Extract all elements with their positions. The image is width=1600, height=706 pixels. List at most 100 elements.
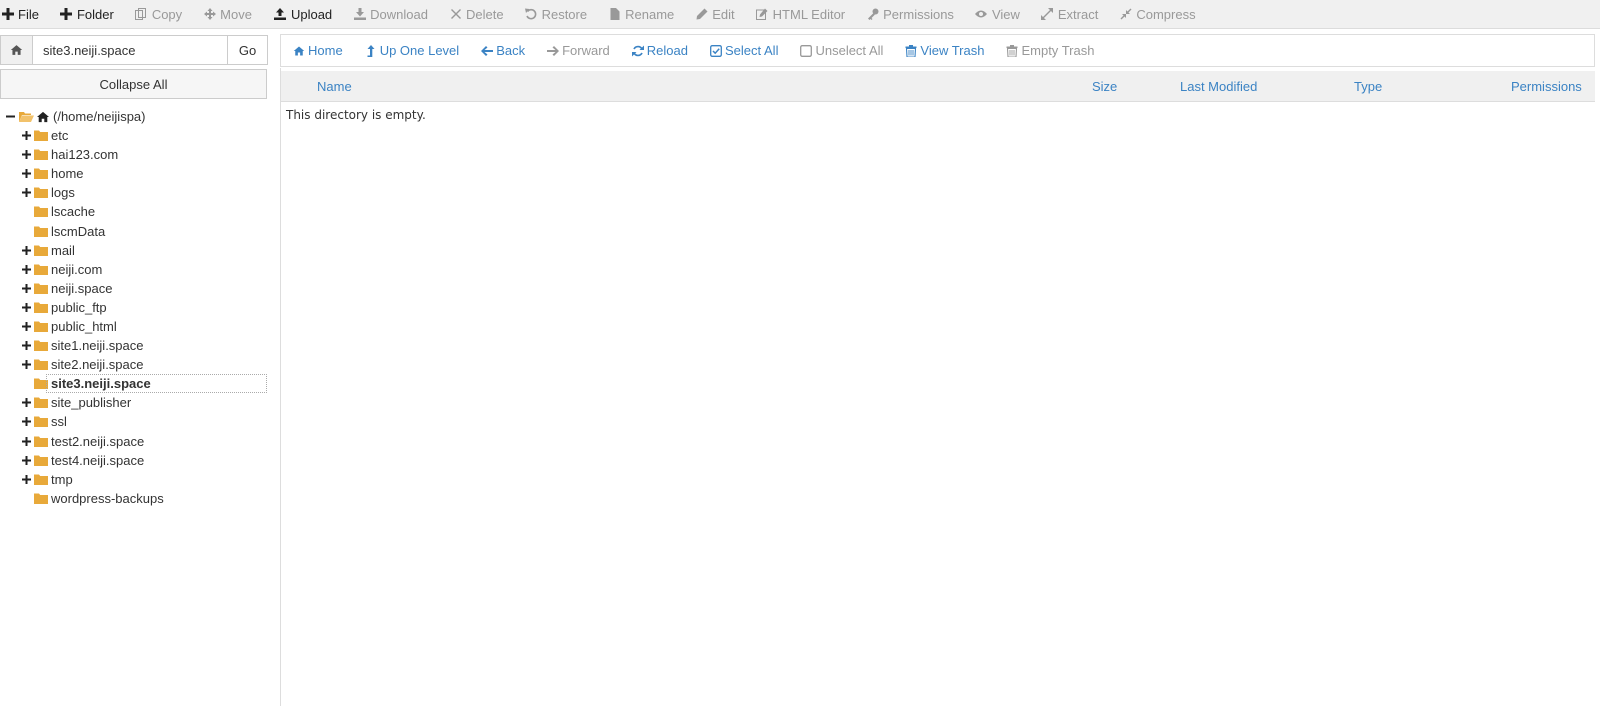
nav-button-label: Reload xyxy=(646,43,688,58)
extract-button[interactable]: Extract xyxy=(1041,7,1098,22)
compress-button[interactable]: Compress xyxy=(1119,7,1196,22)
plus-icon[interactable] xyxy=(21,130,32,141)
plus-icon[interactable] xyxy=(21,149,32,160)
tree-item[interactable]: wordpress-backups xyxy=(0,489,268,508)
column-header-name[interactable]: Name xyxy=(317,79,352,94)
restore-button[interactable]: Restore xyxy=(525,7,587,22)
plus-icon[interactable] xyxy=(21,302,32,313)
tree-item[interactable]: public_html xyxy=(0,317,268,336)
tree-item-label: site2.neiji.space xyxy=(51,357,144,373)
toolbar-button-label: Move xyxy=(220,6,252,22)
forward-button[interactable]: Forward xyxy=(547,43,610,58)
upload-button[interactable]: Upload xyxy=(274,7,332,22)
file-table-header: Name Size Last Modified Type Permissions xyxy=(281,71,1595,102)
minus-icon[interactable] xyxy=(6,112,17,121)
permissions-button[interactable]: Permissions xyxy=(866,7,954,22)
tree-item[interactable]: mail xyxy=(0,241,268,260)
toolbar-button-label: File xyxy=(18,6,39,22)
delete-button[interactable]: Delete xyxy=(449,7,504,22)
collapse-all-button[interactable]: Collapse All xyxy=(0,69,267,99)
back-button[interactable]: Back xyxy=(481,43,525,58)
plus-icon[interactable] xyxy=(21,416,32,427)
tree-item[interactable]: site1.neiji.space xyxy=(0,336,268,355)
unselect-all-button[interactable]: Unselect All xyxy=(800,43,883,58)
folder-tree: (/home/neijispa) etc hai123.com home logs ls… xyxy=(0,107,268,508)
column-header-type[interactable]: Type xyxy=(1354,79,1382,94)
column-header-last-modified[interactable]: Last Modified xyxy=(1180,79,1257,94)
home-icon xyxy=(10,45,23,55)
folder-icon xyxy=(34,149,48,161)
square-icon xyxy=(800,44,813,57)
tree-item[interactable]: lscmData xyxy=(0,221,268,240)
edit-button[interactable]: Edit xyxy=(695,7,735,22)
html-editor-button[interactable]: HTML Editor xyxy=(756,7,845,22)
tree-root[interactable]: (/home/neijispa) xyxy=(0,107,268,126)
tree-item-label: ssl xyxy=(51,414,67,430)
download-button[interactable]: Download xyxy=(353,7,428,22)
panel-divider xyxy=(280,68,281,706)
tree-item[interactable]: site3.neiji.space xyxy=(0,374,268,394)
tree-item[interactable]: neiji.com xyxy=(0,260,268,279)
plus-icon[interactable] xyxy=(21,245,32,256)
file-button[interactable]: File xyxy=(1,7,39,22)
rename-button[interactable]: Rename xyxy=(608,7,674,22)
folder-button[interactable]: Folder xyxy=(60,7,114,22)
up-one-level-button[interactable]: Up One Level xyxy=(365,43,460,58)
tree-item[interactable]: test2.neiji.space xyxy=(0,432,268,451)
select-all-button[interactable]: Select All xyxy=(710,43,778,58)
plus-icon[interactable] xyxy=(21,359,32,370)
tree-item[interactable]: etc xyxy=(0,126,268,145)
check-square-icon xyxy=(710,44,722,57)
plus-icon[interactable] xyxy=(21,340,32,351)
tree-item[interactable]: logs xyxy=(0,183,268,202)
file-icon xyxy=(608,8,621,21)
plus-icon[interactable] xyxy=(21,397,32,408)
toolbar-button-label: Delete xyxy=(466,6,504,22)
plus-icon[interactable] xyxy=(21,264,32,275)
empty-trash-button[interactable]: Empty Trash xyxy=(1006,43,1094,58)
home-button[interactable]: Home xyxy=(293,43,343,58)
view-trash-button[interactable]: View Trash xyxy=(905,43,984,58)
tree-item-label: lscache xyxy=(51,204,96,220)
nav-button-label: Select All xyxy=(724,43,779,58)
toolbar-button-label: Permissions xyxy=(883,6,954,22)
trash-icon xyxy=(905,44,917,57)
tree-item[interactable]: tmp xyxy=(0,470,268,489)
plus-icon[interactable] xyxy=(21,321,32,332)
column-header-permissions[interactable]: Permissions xyxy=(1511,79,1582,94)
tree-item[interactable]: neiji.space xyxy=(0,279,268,298)
edit-icon xyxy=(756,8,769,21)
go-button[interactable]: Go xyxy=(228,35,268,65)
folder-icon xyxy=(34,397,48,409)
nav-button-label: Up One Level xyxy=(379,43,460,58)
folder-icon xyxy=(34,206,48,218)
plus-icon[interactable] xyxy=(21,455,32,466)
plus-icon[interactable] xyxy=(21,283,32,294)
view-button[interactable]: View xyxy=(975,7,1020,22)
toolbar-button-label: Folder xyxy=(76,6,114,22)
tree-item[interactable]: home xyxy=(0,164,268,183)
tree-item[interactable]: site_publisher xyxy=(0,393,268,412)
copy-icon xyxy=(135,8,148,21)
eye-icon xyxy=(975,8,988,21)
plus-icon[interactable] xyxy=(21,187,32,198)
plus-icon[interactable] xyxy=(21,168,32,179)
plus-icon[interactable] xyxy=(21,436,32,447)
home-button[interactable] xyxy=(0,35,33,65)
tree-item[interactable]: public_ftp xyxy=(0,298,268,317)
tree-item[interactable]: lscache xyxy=(0,202,268,221)
toolbar-button-label: Copy xyxy=(151,6,183,22)
folder-icon xyxy=(34,187,48,199)
tree-item[interactable]: hai123.com xyxy=(0,145,268,164)
reload-button[interactable]: Reload xyxy=(631,43,688,58)
path-input[interactable] xyxy=(33,35,228,65)
copy-button[interactable]: Copy xyxy=(135,7,182,22)
nav-button-label: Unselect All xyxy=(815,43,884,58)
plus-icon[interactable] xyxy=(21,474,32,485)
move-button[interactable]: Move xyxy=(203,7,252,22)
column-header-size[interactable]: Size xyxy=(1092,79,1117,94)
tree-item[interactable]: test4.neiji.space xyxy=(0,451,268,470)
tree-item[interactable]: site2.neiji.space xyxy=(0,355,268,374)
tree-root-label: (/home/neijispa) xyxy=(53,109,146,124)
tree-item[interactable]: ssl xyxy=(0,412,268,431)
